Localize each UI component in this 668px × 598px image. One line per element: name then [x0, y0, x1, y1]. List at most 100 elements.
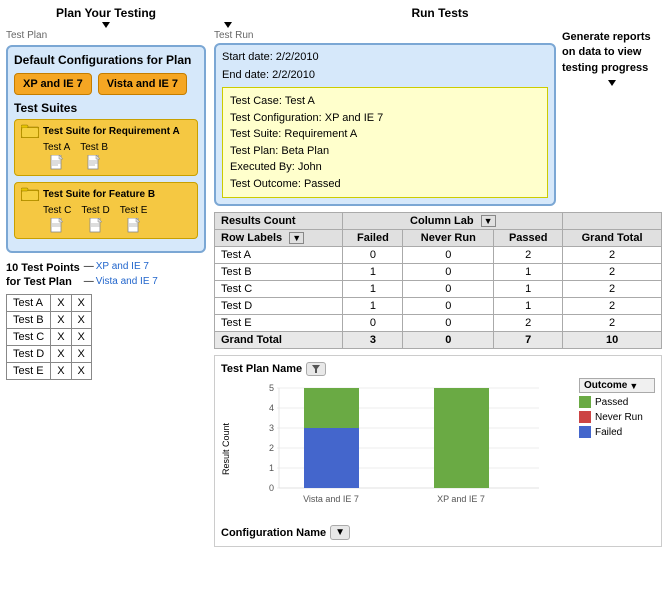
svg-text:0: 0 [269, 483, 274, 493]
points-row-b-c2: X [71, 311, 91, 328]
folder-icon-a [21, 124, 39, 138]
test-run-label: Test Run [214, 30, 556, 41]
tooltip-case: Test Case: Test A [230, 93, 540, 110]
row-e-passed: 2 [494, 315, 563, 332]
svg-text:1: 1 [269, 463, 274, 473]
filter-icon [311, 364, 321, 374]
row-a-never: 0 [403, 247, 494, 264]
row-labels-filter[interactable]: ▼ [289, 232, 304, 244]
test-suites-label: Test Suites [14, 101, 198, 115]
generate-text: Generate reports on data to view testing… [562, 30, 662, 76]
row-c-never: 0 [403, 281, 494, 298]
test-item-b: Test B [80, 142, 108, 171]
chart-filter-button[interactable] [306, 362, 326, 376]
test-a-label: Test A [43, 142, 70, 153]
svg-text:4: 4 [269, 403, 274, 413]
never-run-col-header: Never Run [403, 230, 494, 247]
svg-text:3: 3 [269, 423, 274, 433]
doc-icon-b [87, 155, 101, 171]
test-item-e: Test E [120, 205, 148, 234]
grand-total-total: 10 [563, 332, 662, 349]
svg-text:Vista and IE 7: Vista and IE 7 [303, 494, 359, 504]
test-item-c: Test C [43, 205, 71, 234]
doc-icon-e [127, 218, 141, 234]
legend-passed-label: Passed [595, 397, 628, 408]
suite-a-box: Test Suite for Requirement A Test A [14, 119, 198, 176]
grand-total-header [563, 213, 662, 230]
points-row-c-c1: X [51, 328, 71, 345]
test-b-label: Test B [80, 142, 108, 153]
grand-total-failed: 3 [343, 332, 403, 349]
vista-ie7-button[interactable]: Vista and IE 7 [98, 73, 187, 95]
tooltip-plan: Test Plan: Beta Plan [230, 143, 540, 160]
points-row-e-name: Test E [7, 362, 51, 379]
row-b-passed: 1 [494, 264, 563, 281]
svg-text:2: 2 [269, 443, 274, 453]
grand-total-passed: 7 [494, 332, 563, 349]
test-run-box: Start date: 2/2/2010 End date: 2/2/2010 … [214, 43, 556, 206]
grand-total-label: Grand Total [215, 332, 343, 349]
grand-total-col-header: Grand Total [563, 230, 662, 247]
row-labels-col: Row Labels ▼ [215, 230, 343, 247]
legend-never-run-label: Never Run [595, 412, 643, 423]
points-row-b-c1: X [51, 311, 71, 328]
chart-section: Test Plan Name Result Count [214, 355, 662, 547]
svg-text:XP and IE 7: XP and IE 7 [437, 494, 485, 504]
doc-icon-a [50, 155, 64, 171]
tooltip-suite: Test Suite: Requirement A [230, 126, 540, 143]
doc-icon-d [89, 218, 103, 234]
points-row-e-c1: X [51, 362, 71, 379]
run-tests-header: Run Tests [411, 6, 468, 20]
legend-title-text: Outcome [584, 380, 627, 391]
config-name-row: Configuration Name ▼ [221, 525, 655, 540]
legend-failed-label: Failed [595, 427, 622, 438]
points-row-c-c2: X [71, 328, 91, 345]
row-d-failed: 1 [343, 298, 403, 315]
never-run-swatch [579, 411, 591, 423]
chart-title: Test Plan Name [221, 363, 302, 375]
row-c-label: Test C [215, 281, 343, 298]
test-points-section: 10 Test Pointsfor Test Plan — XP and IE … [6, 261, 206, 380]
table-row: Test A 0 0 2 2 [215, 247, 662, 264]
row-e-label: Test E [215, 315, 343, 332]
plan-arrow-down [102, 22, 110, 28]
legend-passed: Passed [579, 396, 655, 408]
legend-filter[interactable]: ▼ [629, 381, 638, 391]
row-e-total: 2 [563, 315, 662, 332]
points-row-a-name: Test A [7, 294, 51, 311]
run-arrow-down [224, 22, 232, 28]
xp-ie7-button[interactable]: XP and IE 7 [14, 73, 92, 95]
test-c-label: Test C [43, 205, 71, 216]
row-a-label: Test A [215, 247, 343, 264]
row-e-failed: 0 [343, 315, 403, 332]
suite-b-tests: Test C Test D [43, 205, 191, 234]
row-c-passed: 1 [494, 281, 563, 298]
test-points-table: Test A X X Test B X X Test C X X [6, 294, 92, 380]
table-row: Test B 1 0 1 2 [215, 264, 662, 281]
failed-swatch [579, 426, 591, 438]
points-row-d-name: Test D [7, 345, 51, 362]
test-item-a: Test A [43, 142, 70, 171]
plan-your-testing-header: Plan Your Testing [56, 6, 156, 20]
col-lab-filter[interactable]: ▼ [481, 215, 496, 227]
row-a-failed: 0 [343, 247, 403, 264]
tooltip-outcome: Test Outcome: Passed [230, 176, 540, 193]
failed-col-header: Failed [343, 230, 403, 247]
passed-swatch [579, 396, 591, 408]
tooltip-box: Test Case: Test A Test Configuration: XP… [222, 87, 548, 198]
row-d-label: Test D [215, 298, 343, 315]
passed-col-header: Passed [494, 230, 563, 247]
chart-svg: 0 1 2 3 4 5 [239, 378, 559, 518]
row-d-never: 0 [403, 298, 494, 315]
test-item-d: Test D [81, 205, 109, 234]
row-d-passed: 1 [494, 298, 563, 315]
table-row: Test E 0 0 2 2 [215, 315, 662, 332]
chart-y-label: Result Count [221, 423, 231, 475]
plan-box: Default Configurations for Plan XP and I… [6, 45, 206, 253]
folder-icon-b [21, 187, 39, 201]
tooltip-executed: Executed By: John [230, 159, 540, 176]
grand-total-row: Grand Total 3 0 7 10 [215, 332, 662, 349]
legend-area: Outcome ▼ Passed Never Run [575, 378, 655, 521]
points-row-c-name: Test C [7, 328, 51, 345]
x-label-filter-button[interactable]: ▼ [330, 525, 350, 540]
